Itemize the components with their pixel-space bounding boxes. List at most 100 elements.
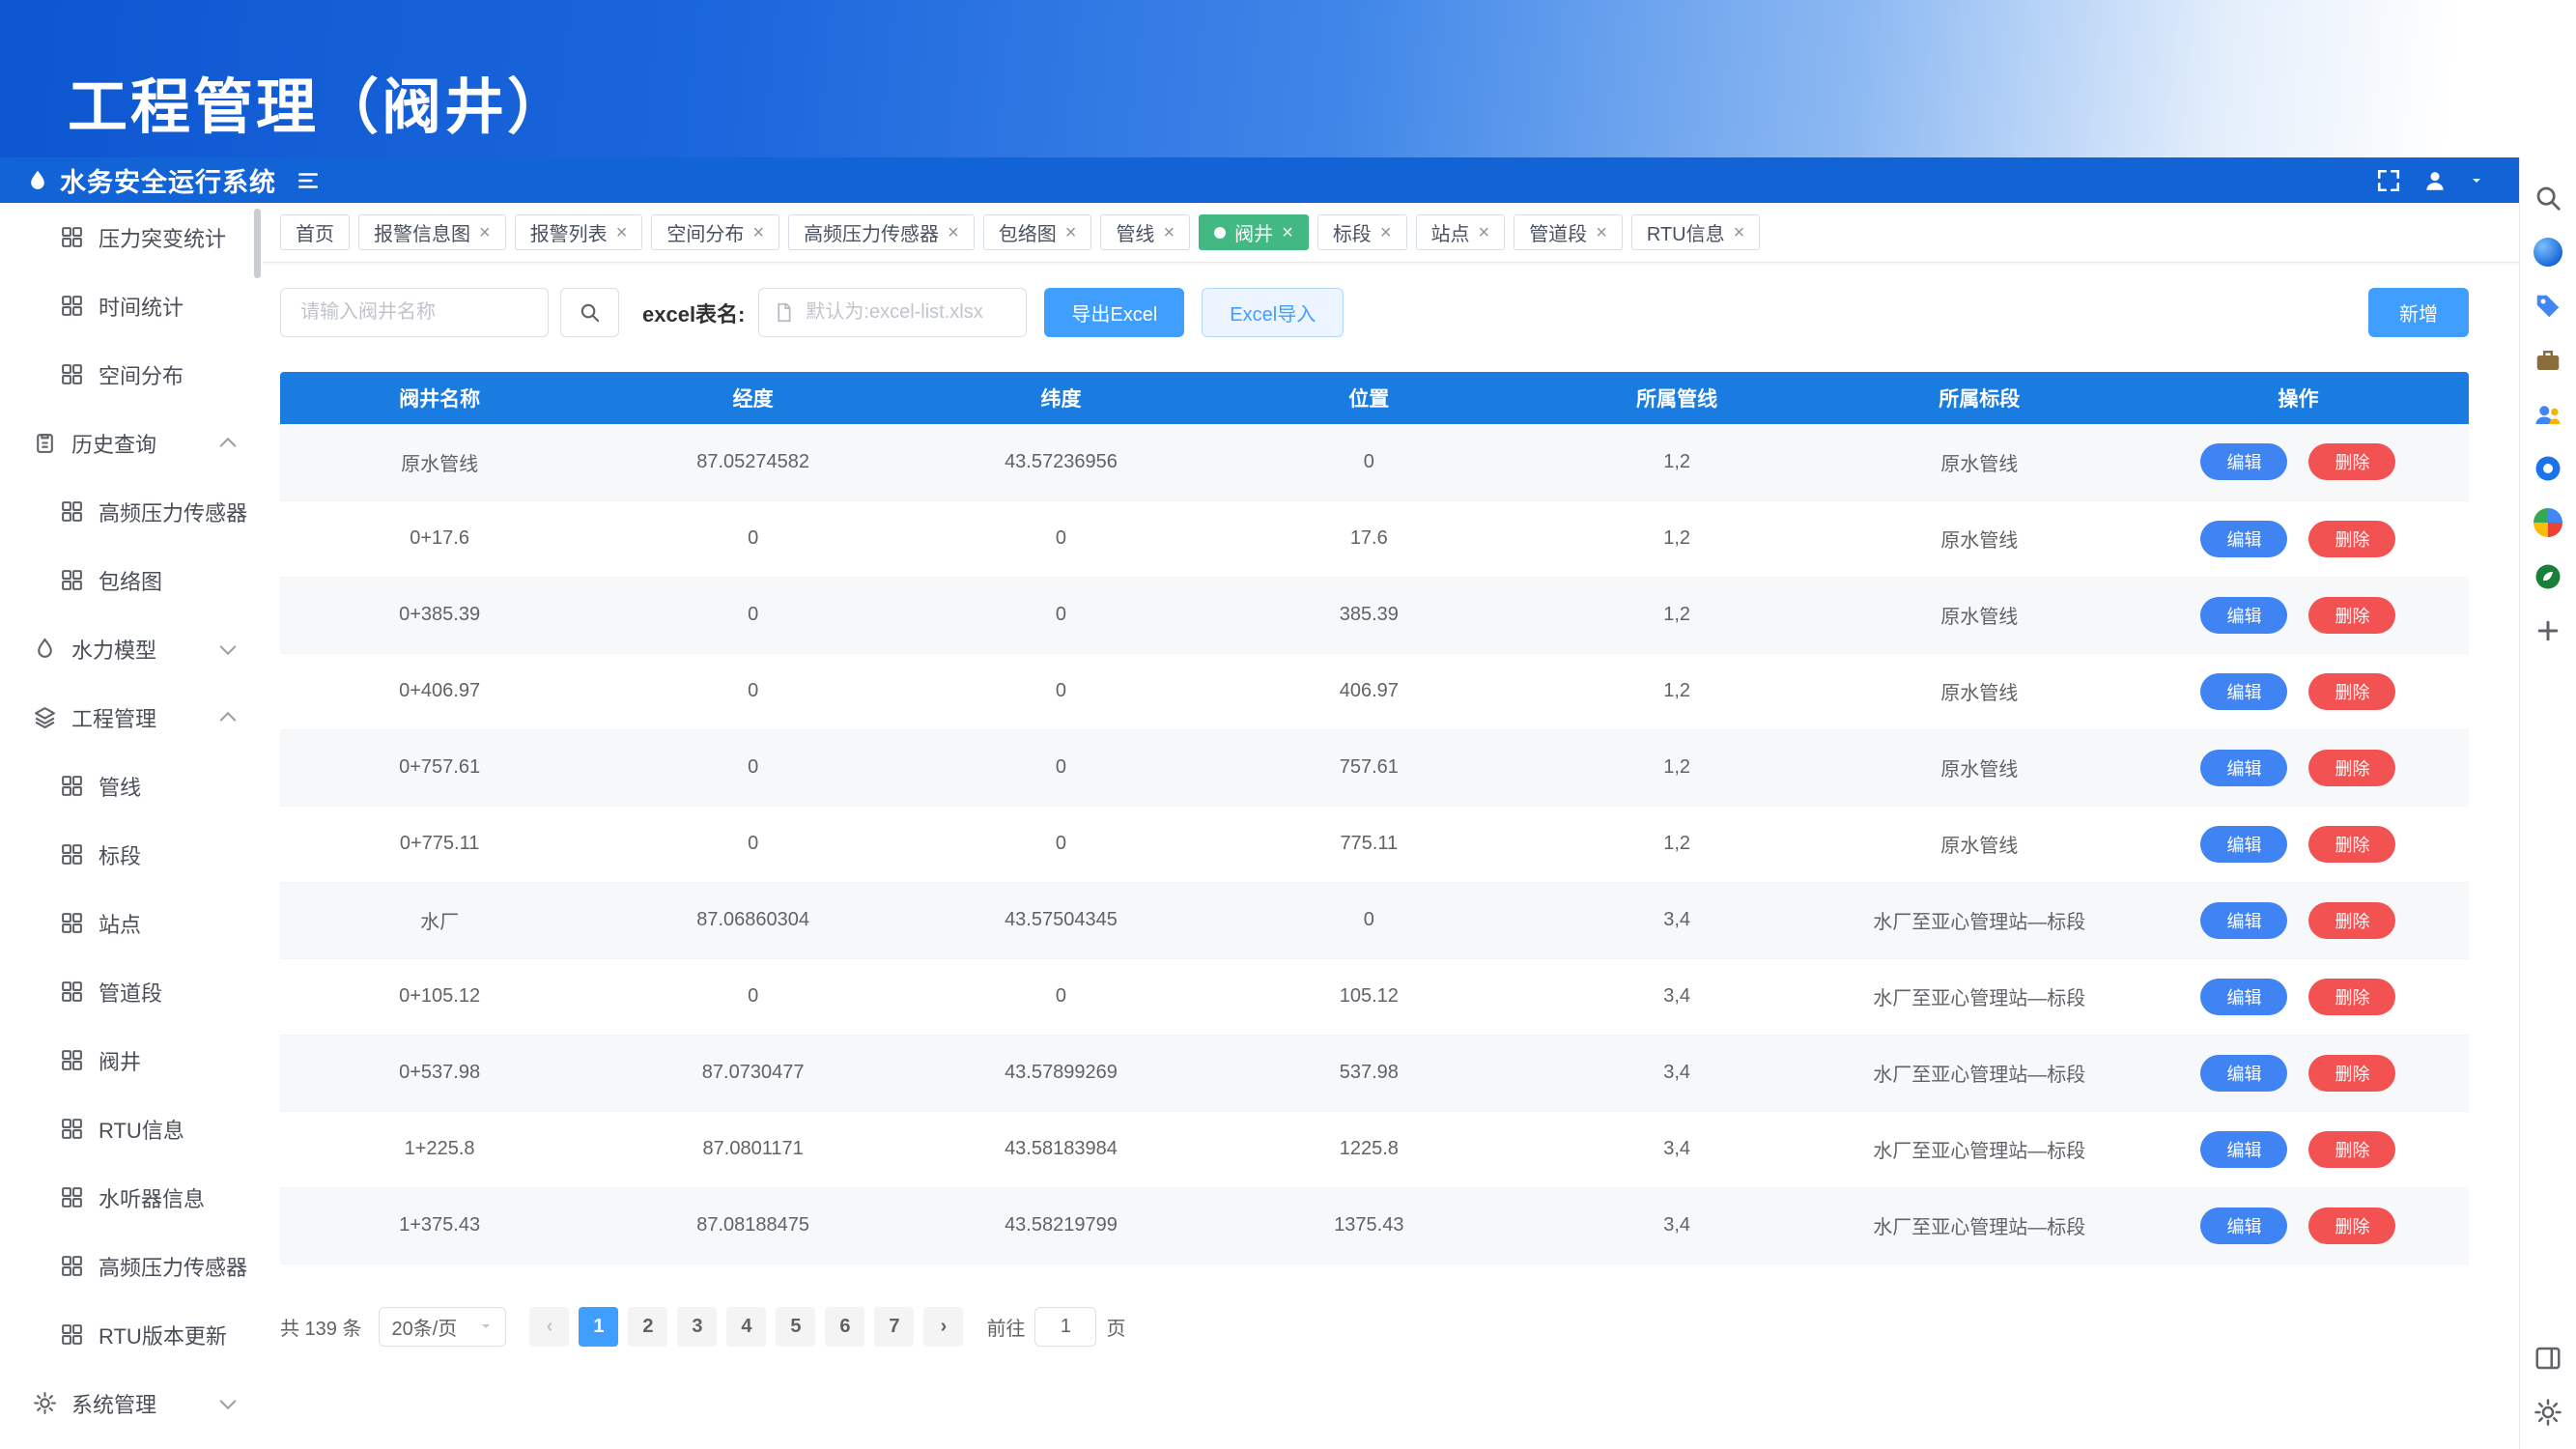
- page-button-2[interactable]: 2: [628, 1307, 667, 1347]
- edit-button[interactable]: 编辑: [2200, 826, 2287, 863]
- close-icon[interactable]: ×: [1163, 223, 1175, 242]
- close-icon[interactable]: ×: [1596, 223, 1607, 242]
- close-icon[interactable]: ×: [752, 223, 764, 242]
- close-icon[interactable]: ×: [479, 223, 491, 242]
- edit-button[interactable]: 编辑: [2200, 597, 2287, 634]
- edit-button[interactable]: 编辑: [2200, 979, 2287, 1015]
- prev-page-button[interactable]: ‹: [529, 1307, 569, 1347]
- delete-button[interactable]: 删除: [2308, 826, 2395, 863]
- sidebar-item-2[interactable]: 时间统计: [0, 271, 263, 340]
- sidebar-item-5[interactable]: 高频压力传感器: [0, 477, 263, 546]
- page-button-5[interactable]: 5: [776, 1307, 815, 1347]
- sidebar-scrollbar[interactable]: [254, 209, 261, 278]
- edit-button[interactable]: 编辑: [2200, 902, 2287, 939]
- close-icon[interactable]: ×: [1065, 223, 1077, 242]
- page-button-6[interactable]: 6: [825, 1307, 864, 1347]
- excel-name-input[interactable]: [758, 288, 1027, 337]
- sidebar-item-12[interactable]: 管道段: [0, 957, 263, 1026]
- search-icon[interactable]: [2534, 184, 2562, 213]
- delete-button[interactable]: 删除: [2308, 1131, 2395, 1168]
- collections-icon[interactable]: [2534, 292, 2562, 321]
- tab-8[interactable]: 阀井×: [1199, 214, 1309, 250]
- close-icon[interactable]: ×: [1479, 223, 1490, 242]
- close-icon[interactable]: ×: [1282, 223, 1293, 242]
- delete-button[interactable]: 删除: [2308, 443, 2395, 480]
- tools-icon[interactable]: [2534, 346, 2562, 375]
- settings-icon[interactable]: [2534, 454, 2562, 483]
- panel-icon[interactable]: [2534, 1344, 2562, 1373]
- delete-button[interactable]: 删除: [2308, 902, 2395, 939]
- sidebar-item-9[interactable]: 管线: [0, 752, 263, 820]
- sidebar-item-16[interactable]: 高频压力传感器: [0, 1232, 263, 1300]
- tab-12[interactable]: RTU信息×: [1631, 214, 1760, 250]
- close-icon[interactable]: ×: [948, 223, 959, 242]
- edit-button[interactable]: 编辑: [2200, 443, 2287, 480]
- delete-button[interactable]: 删除: [2308, 1208, 2395, 1244]
- delete-button[interactable]: 删除: [2308, 597, 2395, 634]
- sidebar-item-10[interactable]: 标段: [0, 820, 263, 889]
- next-page-button[interactable]: ›: [923, 1307, 963, 1347]
- edit-button[interactable]: 编辑: [2200, 521, 2287, 557]
- page-size-select[interactable]: 20条/页: [379, 1307, 506, 1347]
- close-icon[interactable]: ×: [1380, 223, 1392, 242]
- tab-2[interactable]: 报警信息图×: [358, 214, 506, 250]
- delete-button[interactable]: 删除: [2308, 1055, 2395, 1092]
- tab-10[interactable]: 站点×: [1416, 214, 1506, 250]
- tab-3[interactable]: 报警列表×: [515, 214, 643, 250]
- tab-7[interactable]: 管线×: [1100, 214, 1190, 250]
- sidebar-item-17[interactable]: RTU版本更新: [0, 1300, 263, 1369]
- search-input[interactable]: [280, 288, 549, 337]
- page-button-4[interactable]: 4: [726, 1307, 766, 1347]
- cell: 原水管线: [1831, 806, 2128, 882]
- tab-4[interactable]: 空间分布×: [651, 214, 779, 250]
- caret-down-icon[interactable]: [2469, 173, 2484, 188]
- search-button[interactable]: [560, 288, 619, 337]
- export-excel-button[interactable]: 导出Excel: [1044, 288, 1184, 337]
- add-icon[interactable]: [2534, 616, 2562, 645]
- sidebar-item-7[interactable]: 水力模型: [0, 614, 263, 683]
- sidebar-item-18[interactable]: 系统管理: [0, 1369, 263, 1437]
- import-excel-button[interactable]: Excel导入: [1202, 288, 1344, 337]
- sidebar-item-8[interactable]: 工程管理: [0, 683, 263, 752]
- sidebar-item-13[interactable]: 阀井: [0, 1026, 263, 1094]
- edit-button[interactable]: 编辑: [2200, 673, 2287, 710]
- delete-button[interactable]: 删除: [2308, 750, 2395, 786]
- tab-1[interactable]: 首页: [280, 214, 350, 250]
- fullscreen-icon[interactable]: [2376, 168, 2401, 193]
- sidebar-item-1[interactable]: 压力突变统计: [0, 203, 263, 271]
- tab-11[interactable]: 管道段×: [1514, 214, 1623, 250]
- edit-button[interactable]: 编辑: [2200, 1208, 2287, 1244]
- page-button-1[interactable]: 1: [579, 1307, 618, 1347]
- sidebar-item-4[interactable]: 历史查询: [0, 409, 263, 477]
- user-icon[interactable]: [2422, 168, 2448, 193]
- close-icon[interactable]: ×: [1734, 223, 1745, 242]
- cell: 757.61: [1215, 729, 1523, 806]
- tab-5[interactable]: 高频压力传感器×: [788, 214, 975, 250]
- goto-page-input[interactable]: [1034, 1307, 1096, 1347]
- tab-6[interactable]: 包络图×: [983, 214, 1092, 250]
- edit-button[interactable]: 编辑: [2200, 1055, 2287, 1092]
- tab-9[interactable]: 标段×: [1317, 214, 1407, 250]
- gear-icon[interactable]: [2534, 1398, 2562, 1427]
- copilot-icon[interactable]: [2534, 238, 2562, 267]
- delete-button[interactable]: 删除: [2308, 979, 2395, 1015]
- page-button-7[interactable]: 7: [874, 1307, 914, 1347]
- close-icon[interactable]: ×: [616, 223, 628, 242]
- sidebar-item-6[interactable]: 包络图: [0, 546, 263, 614]
- edit-button[interactable]: 编辑: [2200, 1131, 2287, 1168]
- contacts-icon[interactable]: [2534, 400, 2562, 429]
- cell: 水厂: [280, 882, 599, 958]
- sidebar-item-15[interactable]: 水听器信息: [0, 1163, 263, 1232]
- profile-icon[interactable]: [2534, 508, 2562, 537]
- sidebar-item-11[interactable]: 站点: [0, 889, 263, 957]
- delete-button[interactable]: 删除: [2308, 521, 2395, 557]
- sidebar-item-3[interactable]: 空间分布: [0, 340, 263, 409]
- page-button-3[interactable]: 3: [677, 1307, 717, 1347]
- add-button[interactable]: 新增: [2368, 288, 2469, 337]
- edit-button[interactable]: 编辑: [2200, 750, 2287, 786]
- delete-button[interactable]: 删除: [2308, 673, 2395, 710]
- sidebar-item-label: RTU版本更新: [99, 1320, 227, 1350]
- eco-icon[interactable]: [2534, 562, 2562, 591]
- sidebar-item-14[interactable]: RTU信息: [0, 1094, 263, 1163]
- hamburger-icon[interactable]: [296, 168, 321, 193]
